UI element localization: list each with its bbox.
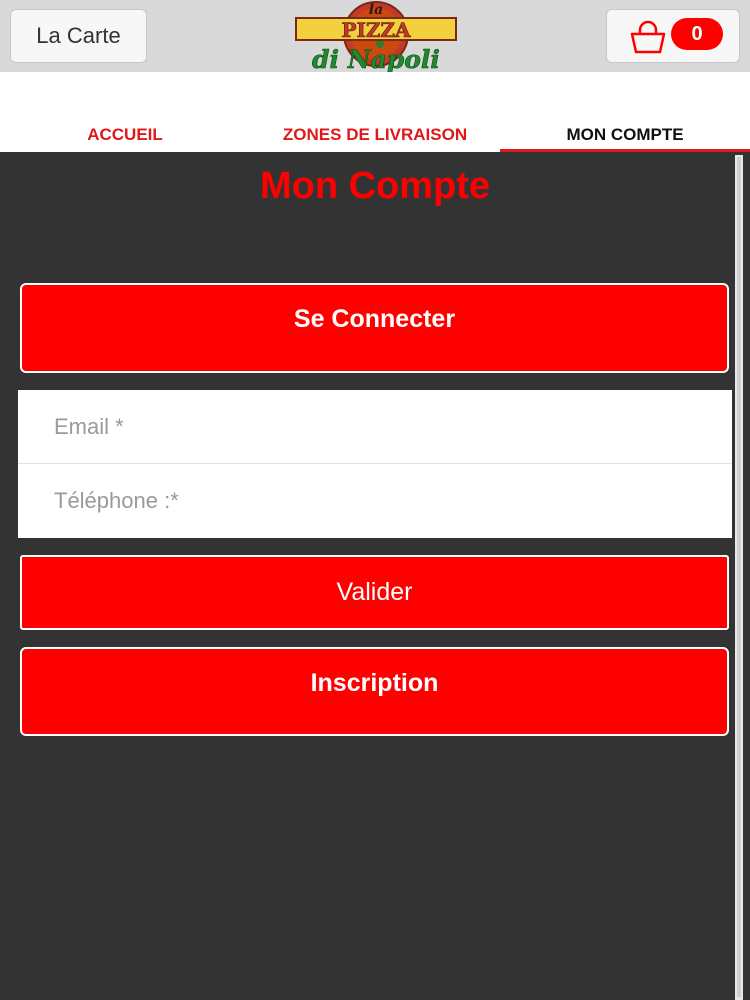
- shopping-bag-icon: [630, 20, 666, 54]
- email-field[interactable]: [18, 390, 732, 464]
- inscription-button[interactable]: Inscription: [20, 647, 729, 736]
- cart-button[interactable]: 0: [606, 9, 740, 63]
- svg-text:PIZZA: PIZZA: [341, 18, 411, 42]
- svg-text:di Napoli: di Napoli: [312, 45, 440, 74]
- la-carte-button[interactable]: La Carte: [10, 9, 147, 63]
- cart-count-badge: 0: [671, 18, 723, 50]
- phone-field[interactable]: [18, 464, 732, 538]
- scrollbar-thumb[interactable]: [737, 157, 741, 997]
- tab-zones-de-livraison[interactable]: ZONES DE LIVRAISON: [250, 118, 500, 152]
- main-nav: ACCUEIL ZONES DE LIVRAISON MON COMPTE: [0, 118, 750, 152]
- login-form: [18, 390, 732, 538]
- pizza-di-napoli-logo: la PIZZA di Napoli: [295, 1, 457, 74]
- valider-button[interactable]: Valider: [20, 555, 729, 630]
- svg-text:la: la: [369, 2, 383, 18]
- page-title: Mon Compte: [259, 165, 491, 207]
- se-connecter-button[interactable]: Se Connecter: [20, 283, 729, 373]
- tab-accueil[interactable]: ACCUEIL: [0, 118, 250, 152]
- tab-mon-compte[interactable]: MON COMPTE: [500, 118, 750, 152]
- app-header: La Carte la PIZZA di Napoli 0: [0, 0, 750, 74]
